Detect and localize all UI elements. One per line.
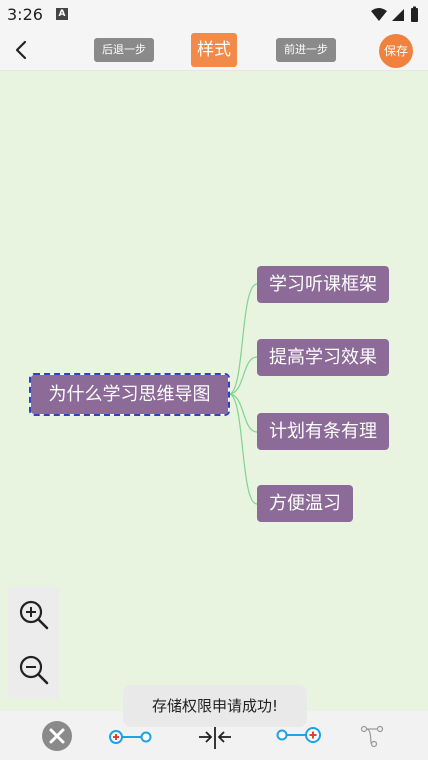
signal-icon [392,9,404,21]
undo-button[interactable]: 后退一步 [94,38,154,62]
add-child-node-icon [109,730,152,744]
status-time: 3:26 [7,5,43,24]
battery-icon [411,8,418,22]
redo-button[interactable]: 前进一步 [276,38,336,62]
back-button[interactable] [10,38,34,62]
notification-icon: A [56,8,68,20]
child-node-3[interactable]: 计划有条有理 [257,413,389,450]
style-button[interactable]: 样式 [191,33,237,67]
toast-message: 存储权限申请成功! [123,685,307,727]
connector-3 [228,393,258,433]
collapse-button[interactable] [198,724,232,754]
add-sibling-node-button[interactable] [276,725,322,749]
zoom-in-icon [19,600,49,630]
child-node-1[interactable]: 学习听课框架 [257,266,389,303]
close-circle-icon [42,721,72,751]
zoom-in-button[interactable] [18,599,50,631]
zoom-controls [8,587,59,699]
add-child-node-button[interactable] [108,728,152,750]
connector-2 [228,356,258,395]
status-bar: 3:26 A [0,0,428,30]
connector-style-icon [360,725,384,748]
delete-node-button[interactable] [41,720,73,756]
mindmap-canvas[interactable]: 为什么学习思维导图 学习听课框架 提高学习效果 计划有条有理 方便温习 [0,71,428,711]
child-node-4[interactable]: 方便温习 [257,485,353,522]
child-node-2[interactable]: 提高学习效果 [257,339,389,376]
zoom-out-button[interactable] [18,654,50,686]
editor-toolbar: 后退一步 样式 前进一步 保存 [0,30,428,71]
wifi-icon [371,8,387,21]
save-button[interactable]: 保存 [379,34,413,68]
status-indicators [370,6,420,28]
collapse-icon [199,725,231,749]
root-node[interactable]: 为什么学习思维导图 [29,373,230,416]
chevron-left-icon [15,40,27,60]
zoom-out-icon [19,655,49,685]
connector-style-button[interactable] [360,724,384,752]
add-sibling-node-icon [276,727,321,743]
